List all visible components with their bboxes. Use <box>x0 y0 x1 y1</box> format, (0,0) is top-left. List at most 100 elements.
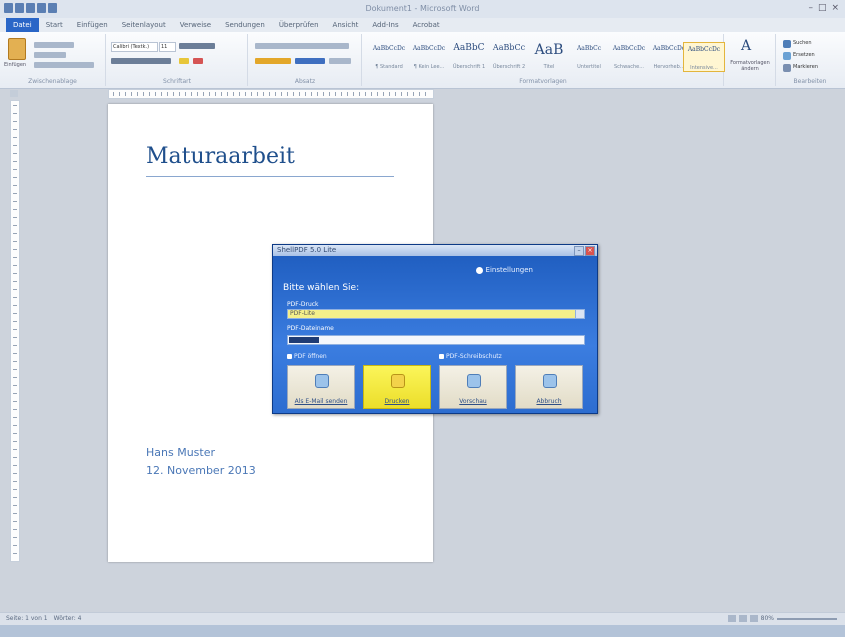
tab-page-layout[interactable]: Seitenlayout <box>115 18 173 32</box>
replace-button[interactable]: Ersetzen <box>793 52 815 58</box>
tab-home[interactable]: Start <box>39 18 70 32</box>
ruler-tick <box>13 545 17 546</box>
tab-acrobat[interactable]: Acrobat <box>406 18 447 32</box>
ruler-tick <box>13 457 17 458</box>
ruler-tick <box>13 465 17 466</box>
ruler-tick <box>13 337 17 338</box>
ruler-tick <box>13 281 17 282</box>
ruler-tick <box>257 92 258 96</box>
open-pdf-checkbox[interactable]: PDF öffnen <box>287 353 327 360</box>
email-button[interactable]: Als E-Mail senden <box>287 365 355 409</box>
ruler-tick <box>13 369 17 370</box>
style-sample: AaBbCc <box>576 45 602 52</box>
font-color-button[interactable] <box>193 58 203 64</box>
change-styles-icon[interactable]: A <box>741 38 751 54</box>
vertical-ruler[interactable] <box>10 100 20 562</box>
pdf-printer-select[interactable]: PDF-Lite <box>287 309 585 319</box>
bold-italic-underline-buttons[interactable] <box>111 58 171 64</box>
document-date[interactable]: 12. November 2013 <box>146 464 256 477</box>
ruler-tick <box>221 92 222 96</box>
paste-icon[interactable] <box>8 38 26 60</box>
ruler-tick <box>13 521 17 522</box>
style-standard[interactable]: AaBbCcDc ¶ Standard <box>369 42 409 70</box>
horizontal-ruler[interactable] <box>108 89 434 99</box>
tab-insert[interactable]: Einfügen <box>70 18 115 32</box>
ruler-tick <box>13 345 17 346</box>
highlight-color-button[interactable] <box>179 58 189 64</box>
tab-view[interactable]: Ansicht <box>326 18 366 32</box>
page-count[interactable]: Seite: 1 von 1 <box>6 615 48 622</box>
web-layout-icon[interactable] <box>749 615 758 622</box>
copy-button[interactable] <box>34 52 66 58</box>
style-heading-2[interactable]: AaBbCc Überschrift 2 <box>489 42 529 70</box>
alignment-buttons[interactable] <box>295 58 325 64</box>
select-button[interactable]: Markieren <box>793 64 818 70</box>
style-heading-1[interactable]: AaBbC Überschrift 1 <box>449 42 489 70</box>
pdf-filename-input[interactable] <box>287 335 585 345</box>
close-button[interactable]: × <box>831 3 839 13</box>
tab-file[interactable]: Datei <box>6 18 39 32</box>
zoom-level[interactable]: 80% <box>761 615 774 622</box>
ruler-tick <box>13 489 17 490</box>
tab-mailings[interactable]: Sendungen <box>218 18 272 32</box>
style-subtitle[interactable]: AaBbCc Untertitel <box>569 42 609 70</box>
style-caption: Schwache... <box>613 64 644 70</box>
tab-references[interactable]: Verweise <box>173 18 218 32</box>
ruler-tick <box>13 481 17 482</box>
pdf-filename-label: PDF-Dateiname <box>287 325 334 332</box>
borders-button[interactable] <box>329 58 351 64</box>
dialog-minimize-button[interactable]: – <box>574 246 584 256</box>
ruler-tick <box>377 92 378 96</box>
word-count[interactable]: Wörter: 4 <box>54 615 82 622</box>
tab-review[interactable]: Überprüfen <box>272 18 326 32</box>
ruler-tick <box>317 92 318 96</box>
change-styles-label[interactable]: Formatvorlagen ändern <box>727 60 773 72</box>
ruler-tick <box>167 92 168 96</box>
write-protect-checkbox[interactable]: PDF-Schreibschutz <box>439 353 502 360</box>
ruler-tick <box>233 92 234 96</box>
ruler-tick <box>161 92 162 96</box>
settings-link[interactable]: Einstellungen <box>475 266 533 274</box>
style-no-spacing[interactable]: AaBbCcDc ¶ Kein Lee... <box>409 42 449 70</box>
font-name-select[interactable]: Calibri (Textk.) <box>111 42 158 52</box>
ruler-tick <box>13 153 17 154</box>
style-title[interactable]: AaB Titel <box>529 42 569 70</box>
cut-button[interactable] <box>34 42 74 48</box>
status-right: 80% <box>727 615 837 622</box>
preview-button[interactable]: Vorschau <box>439 365 507 409</box>
ruler-tick <box>13 265 17 266</box>
style-caption: Intensive... <box>690 65 718 71</box>
cancel-button[interactable]: Abbruch <box>515 365 583 409</box>
dialog-window-controls: – × <box>574 246 595 256</box>
ruler-tick <box>13 201 17 202</box>
dialog-titlebar[interactable]: ShellPDF 5.0 Lite – × <box>273 245 597 256</box>
print-button[interactable]: Drucken <box>363 365 431 409</box>
ruler-tick <box>13 305 17 306</box>
zoom-slider[interactable] <box>777 617 837 620</box>
ruler-toggle-icon[interactable] <box>10 90 18 97</box>
settings-link-label: Einstellungen <box>485 266 533 274</box>
dropdown-arrow-icon[interactable] <box>575 310 584 318</box>
document-title[interactable]: Maturaarbeit <box>146 144 295 169</box>
ruler-tick <box>13 161 17 162</box>
style-caption: Überschrift 1 <box>452 64 486 70</box>
dialog-close-button[interactable]: × <box>585 246 595 256</box>
print-layout-icon[interactable] <box>727 615 736 622</box>
ruler-tick <box>245 92 246 96</box>
font-grow-shrink-buttons[interactable] <box>179 43 215 49</box>
document-author[interactable]: Hans Muster <box>146 446 215 459</box>
maximize-button[interactable]: □ <box>818 3 827 13</box>
ruler-tick <box>13 393 17 394</box>
find-button[interactable]: Suchen <box>793 40 812 46</box>
style-intense-emphasis[interactable]: AaBbCcDc Intensive... <box>683 42 725 72</box>
ruler-tick <box>311 92 312 96</box>
list-buttons[interactable] <box>255 43 349 49</box>
tab-add-ins[interactable]: Add-Ins <box>365 18 405 32</box>
format-painter-button[interactable] <box>34 62 94 68</box>
style-subtle-emphasis[interactable]: AaBbCcDc Schwache... <box>609 42 649 70</box>
minimize-button[interactable]: – <box>808 3 813 13</box>
full-screen-icon[interactable] <box>738 615 747 622</box>
ruler-tick <box>287 92 288 96</box>
shading-button[interactable] <box>255 58 291 64</box>
font-size-select[interactable]: 11 <box>159 42 176 52</box>
